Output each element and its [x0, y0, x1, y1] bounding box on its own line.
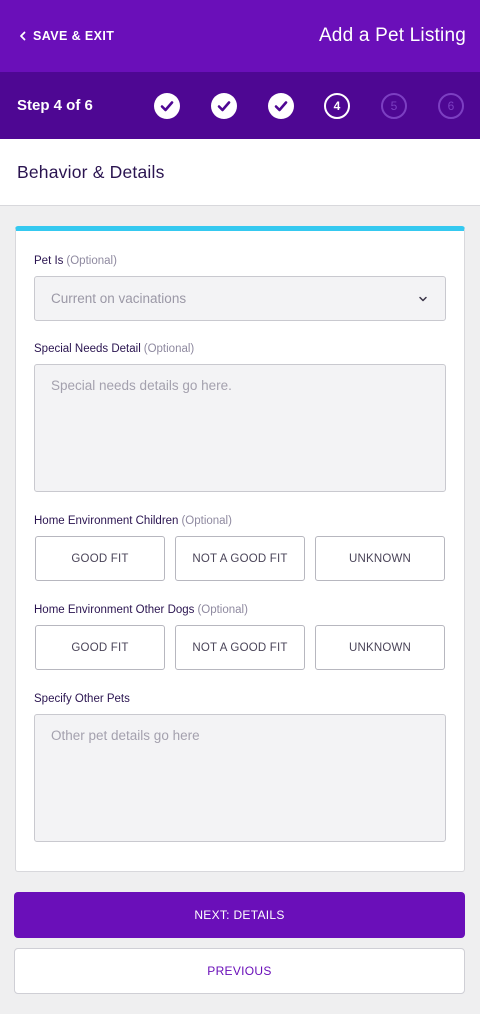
step-1-complete [154, 93, 180, 119]
top-bar: SAVE & EXIT Add a Pet Listing [0, 0, 480, 72]
chevron-left-icon [20, 31, 26, 41]
special-needs-field[interactable] [34, 364, 446, 492]
next-details-button[interactable]: NEXT: DETAILS [14, 892, 465, 938]
optional-tag: (Optional) [143, 343, 195, 355]
children-unknown-button[interactable]: UNKNOWN [315, 536, 445, 581]
other-pets-label: Specify Other Pets [34, 693, 130, 705]
checkmark-icon [160, 101, 174, 112]
step-progress-bar: Step 4 of 6 4 5 6 [0, 72, 480, 139]
children-label-text: Home Environment Children [34, 515, 179, 527]
other-dogs-label: Home Environment Other Dogs (Optional) [34, 604, 248, 616]
step-6-pending: 6 [438, 93, 464, 119]
pet-is-selected-value: Current on vacinations [51, 291, 187, 306]
section-header: Behavior & Details [0, 139, 480, 206]
save-exit-label: SAVE & EXIT [33, 29, 115, 43]
pet-is-label-text: Pet Is [34, 255, 64, 267]
optional-tag: (Optional) [66, 255, 117, 267]
step-4-current: 4 [324, 93, 350, 119]
dogs-good-fit-button[interactable]: GOOD FIT [35, 625, 165, 670]
step-5-pending: 5 [381, 93, 407, 119]
page-title: Add a Pet Listing [318, 25, 466, 46]
children-good-fit-button[interactable]: GOOD FIT [35, 536, 165, 581]
pet-is-select[interactable]: Current on vacinations [34, 276, 446, 321]
other-dogs-label-text: Home Environment Other Dogs [34, 604, 195, 616]
checkmark-icon [274, 101, 288, 112]
save-exit-button[interactable]: SAVE & EXIT [16, 29, 114, 43]
previous-button[interactable]: PREVIOUS [14, 948, 465, 994]
dogs-unknown-button[interactable]: UNKNOWN [315, 625, 445, 670]
chevron-down-icon [419, 296, 427, 301]
special-needs-label: Special Needs Detail (Optional) [34, 343, 194, 355]
pet-is-label: Pet Is (Optional) [34, 255, 117, 267]
form-card: Pet Is (Optional) Current on vacinations … [15, 226, 465, 872]
children-not-good-fit-button[interactable]: NOT A GOOD FIT [175, 536, 305, 581]
optional-tag: (Optional) [181, 515, 232, 527]
special-needs-label-text: Special Needs Detail [34, 343, 141, 355]
dogs-not-good-fit-button[interactable]: NOT A GOOD FIT [175, 625, 305, 670]
children-label: Home Environment Children (Optional) [34, 515, 232, 527]
section-title: Behavior & Details [17, 161, 165, 182]
step-2-complete [211, 93, 237, 119]
checkmark-icon [217, 101, 231, 112]
other-pets-field[interactable] [34, 714, 446, 842]
optional-tag: (Optional) [197, 604, 248, 616]
step-3-complete [268, 93, 294, 119]
